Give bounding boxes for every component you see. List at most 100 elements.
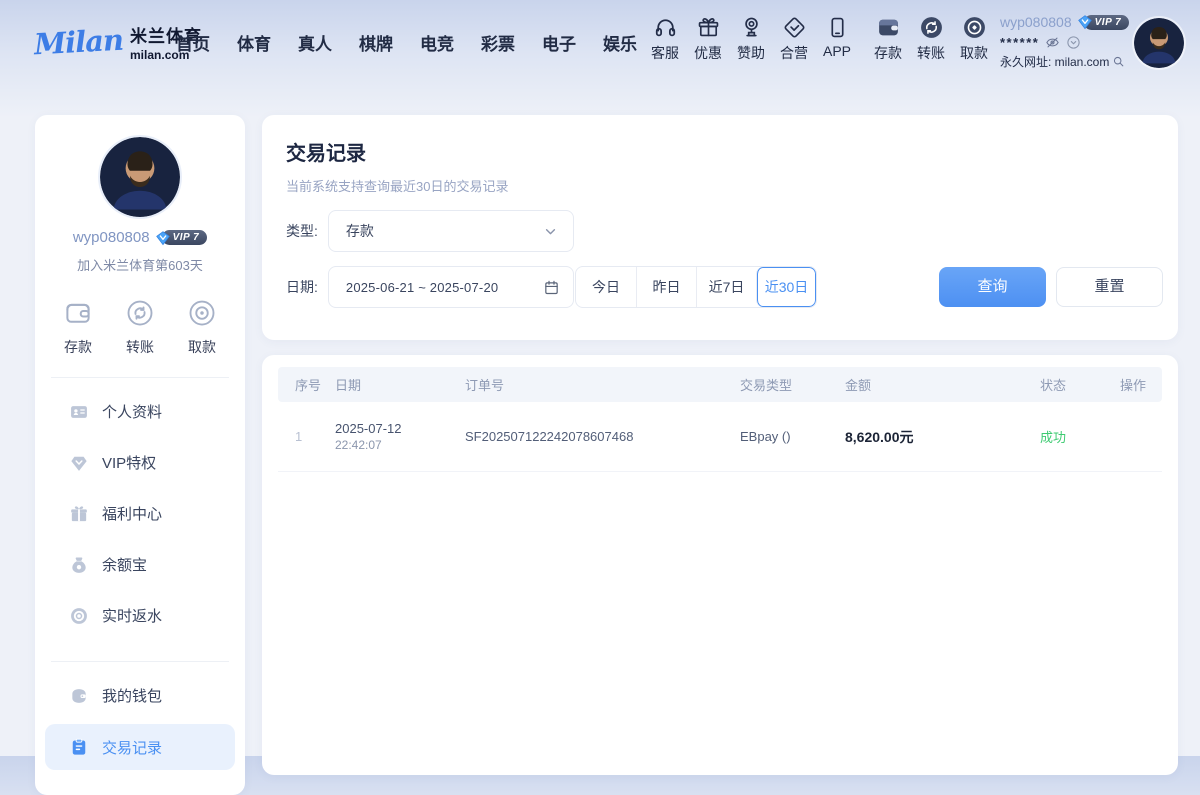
phone-icon	[825, 15, 850, 40]
nav-item-home[interactable]: 首页	[176, 30, 210, 55]
nav-item-esports[interactable]: 电竞	[420, 30, 454, 55]
divider	[51, 661, 229, 662]
records-icon	[69, 737, 89, 757]
records-table-panel: 序号 日期 订单号 交易类型 金额 状态 操作 1 2025-07-12 22:…	[262, 355, 1178, 775]
sidebar-username: wyp080808	[73, 229, 150, 246]
transfer-quick-action[interactable]: 转账	[125, 298, 155, 357]
benefits-icon	[69, 504, 89, 524]
transfer-button[interactable]: 转账	[912, 15, 950, 63]
nav-item-lottery[interactable]: 彩票	[481, 30, 515, 55]
type-select-value: 存款	[346, 221, 542, 241]
sidebar-item-profile[interactable]: 个人资料	[35, 386, 245, 437]
row-index: 1	[295, 429, 335, 444]
sidebar-quick-actions: 存款 转账 取款	[35, 298, 245, 357]
table-row: 1 2025-07-12 22:42:07 SF2025071222420786…	[278, 402, 1162, 472]
permanent-url-label: 永久网址: milan.com	[1000, 53, 1109, 70]
eye-off-icon[interactable]	[1045, 35, 1060, 50]
deposit-button[interactable]: 存款	[869, 15, 907, 63]
rebate-icon	[69, 606, 89, 626]
sidebar-wallet-menu: 我的钱包 交易记录	[35, 670, 245, 770]
type-label: 类型:	[286, 221, 318, 241]
date-range-value: 2025-06-21 ~ 2025-07-20	[346, 280, 543, 295]
chevron-circle-icon[interactable]	[1066, 35, 1081, 50]
nav-item-cards[interactable]: 棋牌	[359, 30, 393, 55]
quick-range-group: 今日 昨日 近7日 近30日	[575, 266, 817, 308]
date-range-input[interactable]: 2025-06-21 ~ 2025-07-20	[328, 266, 574, 308]
affiliate-button[interactable]: 合营	[775, 15, 813, 63]
reset-button[interactable]: 重置	[1056, 267, 1163, 307]
id-card-icon	[69, 402, 89, 422]
avatar-image	[1134, 18, 1184, 68]
gift-icon	[696, 15, 721, 40]
deposit-quick-action[interactable]: 存款	[63, 298, 93, 357]
search-button[interactable]: 查询	[939, 267, 1046, 307]
customer-service-button[interactable]: 客服	[646, 15, 684, 63]
row-order-no: SF202507122242078607468	[465, 429, 740, 444]
logo-script-text: Milan	[33, 23, 124, 62]
wallet-outline-icon	[63, 298, 93, 328]
sidebar-item-vip[interactable]: VIP特权	[35, 437, 245, 488]
promotions-button[interactable]: 优惠	[689, 15, 727, 63]
withdraw-filled-icon	[962, 15, 987, 40]
avatar-image	[100, 137, 180, 217]
type-filter-row: 类型: 存款	[286, 210, 574, 252]
headset-icon	[653, 15, 678, 40]
row-date-day: 2025-07-12	[335, 421, 465, 436]
transfer-filled-icon	[919, 15, 944, 40]
avatar[interactable]	[100, 137, 180, 217]
header-username[interactable]: wyp080808	[1000, 14, 1072, 30]
sidebar-item-benefits[interactable]: 福利中心	[35, 488, 245, 539]
calendar-icon	[543, 279, 560, 296]
masked-balance: ******	[1000, 35, 1039, 50]
sidebar-item-my-wallet[interactable]: 我的钱包	[35, 670, 245, 721]
row-amount: 8,620.00元	[845, 427, 1040, 447]
sidebar-menu: 个人资料 VIP特权 福利中心 余额宝 实时返水	[35, 386, 245, 641]
sponsorship-button[interactable]: 赞助	[732, 15, 770, 63]
app-download-button[interactable]: APP	[818, 15, 856, 63]
withdraw-outline-icon	[187, 298, 217, 328]
col-header-order-no: 订单号	[465, 375, 740, 394]
col-header-action: 操作	[1120, 375, 1162, 394]
col-header-amount: 金额	[845, 375, 1040, 394]
row-type: EBpay ()	[740, 429, 845, 444]
magnifier-icon[interactable]	[1112, 55, 1125, 68]
vip-badge: VIP 7	[1077, 14, 1130, 30]
row-date: 2025-07-12 22:42:07	[335, 421, 465, 452]
row-date-time: 22:42:07	[335, 438, 465, 452]
my-wallet-icon	[69, 686, 89, 706]
range-30days-button[interactable]: 近30日	[756, 267, 816, 307]
range-today-button[interactable]: 今日	[576, 267, 636, 307]
chevron-down-icon	[542, 223, 559, 240]
type-select[interactable]: 存款	[328, 210, 574, 252]
avatar[interactable]	[1134, 18, 1184, 68]
sidebar-item-yuebao[interactable]: 余额宝	[35, 539, 245, 590]
range-7days-button[interactable]: 近7日	[696, 267, 756, 307]
nav-item-sports[interactable]: 体育	[237, 30, 271, 55]
col-header-type: 交易类型	[740, 375, 845, 394]
gem-icon	[69, 453, 89, 473]
filter-panel: 交易记录 当前系统支持查询最近30日的交易记录 类型: 存款 日期: 2025-…	[262, 115, 1178, 340]
sidebar: wyp080808 VIP 7 加入米兰体育第603天 存款 转账 取款 个人资…	[35, 115, 245, 795]
withdraw-button[interactable]: 取款	[955, 15, 993, 63]
transfer-outline-icon	[125, 298, 155, 328]
sidebar-item-rebate[interactable]: 实时返水	[35, 590, 245, 641]
sidebar-item-transaction-records[interactable]: 交易记录	[45, 724, 235, 770]
moneybag-icon	[69, 555, 89, 575]
nav-item-live[interactable]: 真人	[298, 30, 332, 55]
page-title: 交易记录	[286, 137, 366, 166]
nav-item-slots[interactable]: 电子	[542, 30, 576, 55]
handshake-icon	[782, 15, 807, 40]
col-header-date: 日期	[335, 375, 465, 394]
vip-diamond-icon	[155, 230, 171, 246]
date-filter-row: 日期: 2025-06-21 ~ 2025-07-20	[286, 266, 574, 308]
trophy-icon	[739, 15, 764, 40]
range-yesterday-button[interactable]: 昨日	[636, 267, 696, 307]
nav-item-entertainment[interactable]: 娱乐	[603, 30, 637, 55]
col-header-index: 序号	[295, 375, 335, 394]
main-nav: 首页 体育 真人 棋牌 电竞 彩票 电子 娱乐	[176, 30, 637, 55]
user-info-block: wyp080808 VIP 7 ****** 永久网址: milan.com	[1000, 12, 1128, 70]
top-header: Milan 米兰体育 milan.com 首页 体育 真人 棋牌 电竞 彩票 电…	[0, 0, 1200, 86]
vip-badge: VIP 7	[155, 230, 208, 246]
divider	[51, 377, 229, 378]
withdraw-quick-action[interactable]: 取款	[187, 298, 217, 357]
